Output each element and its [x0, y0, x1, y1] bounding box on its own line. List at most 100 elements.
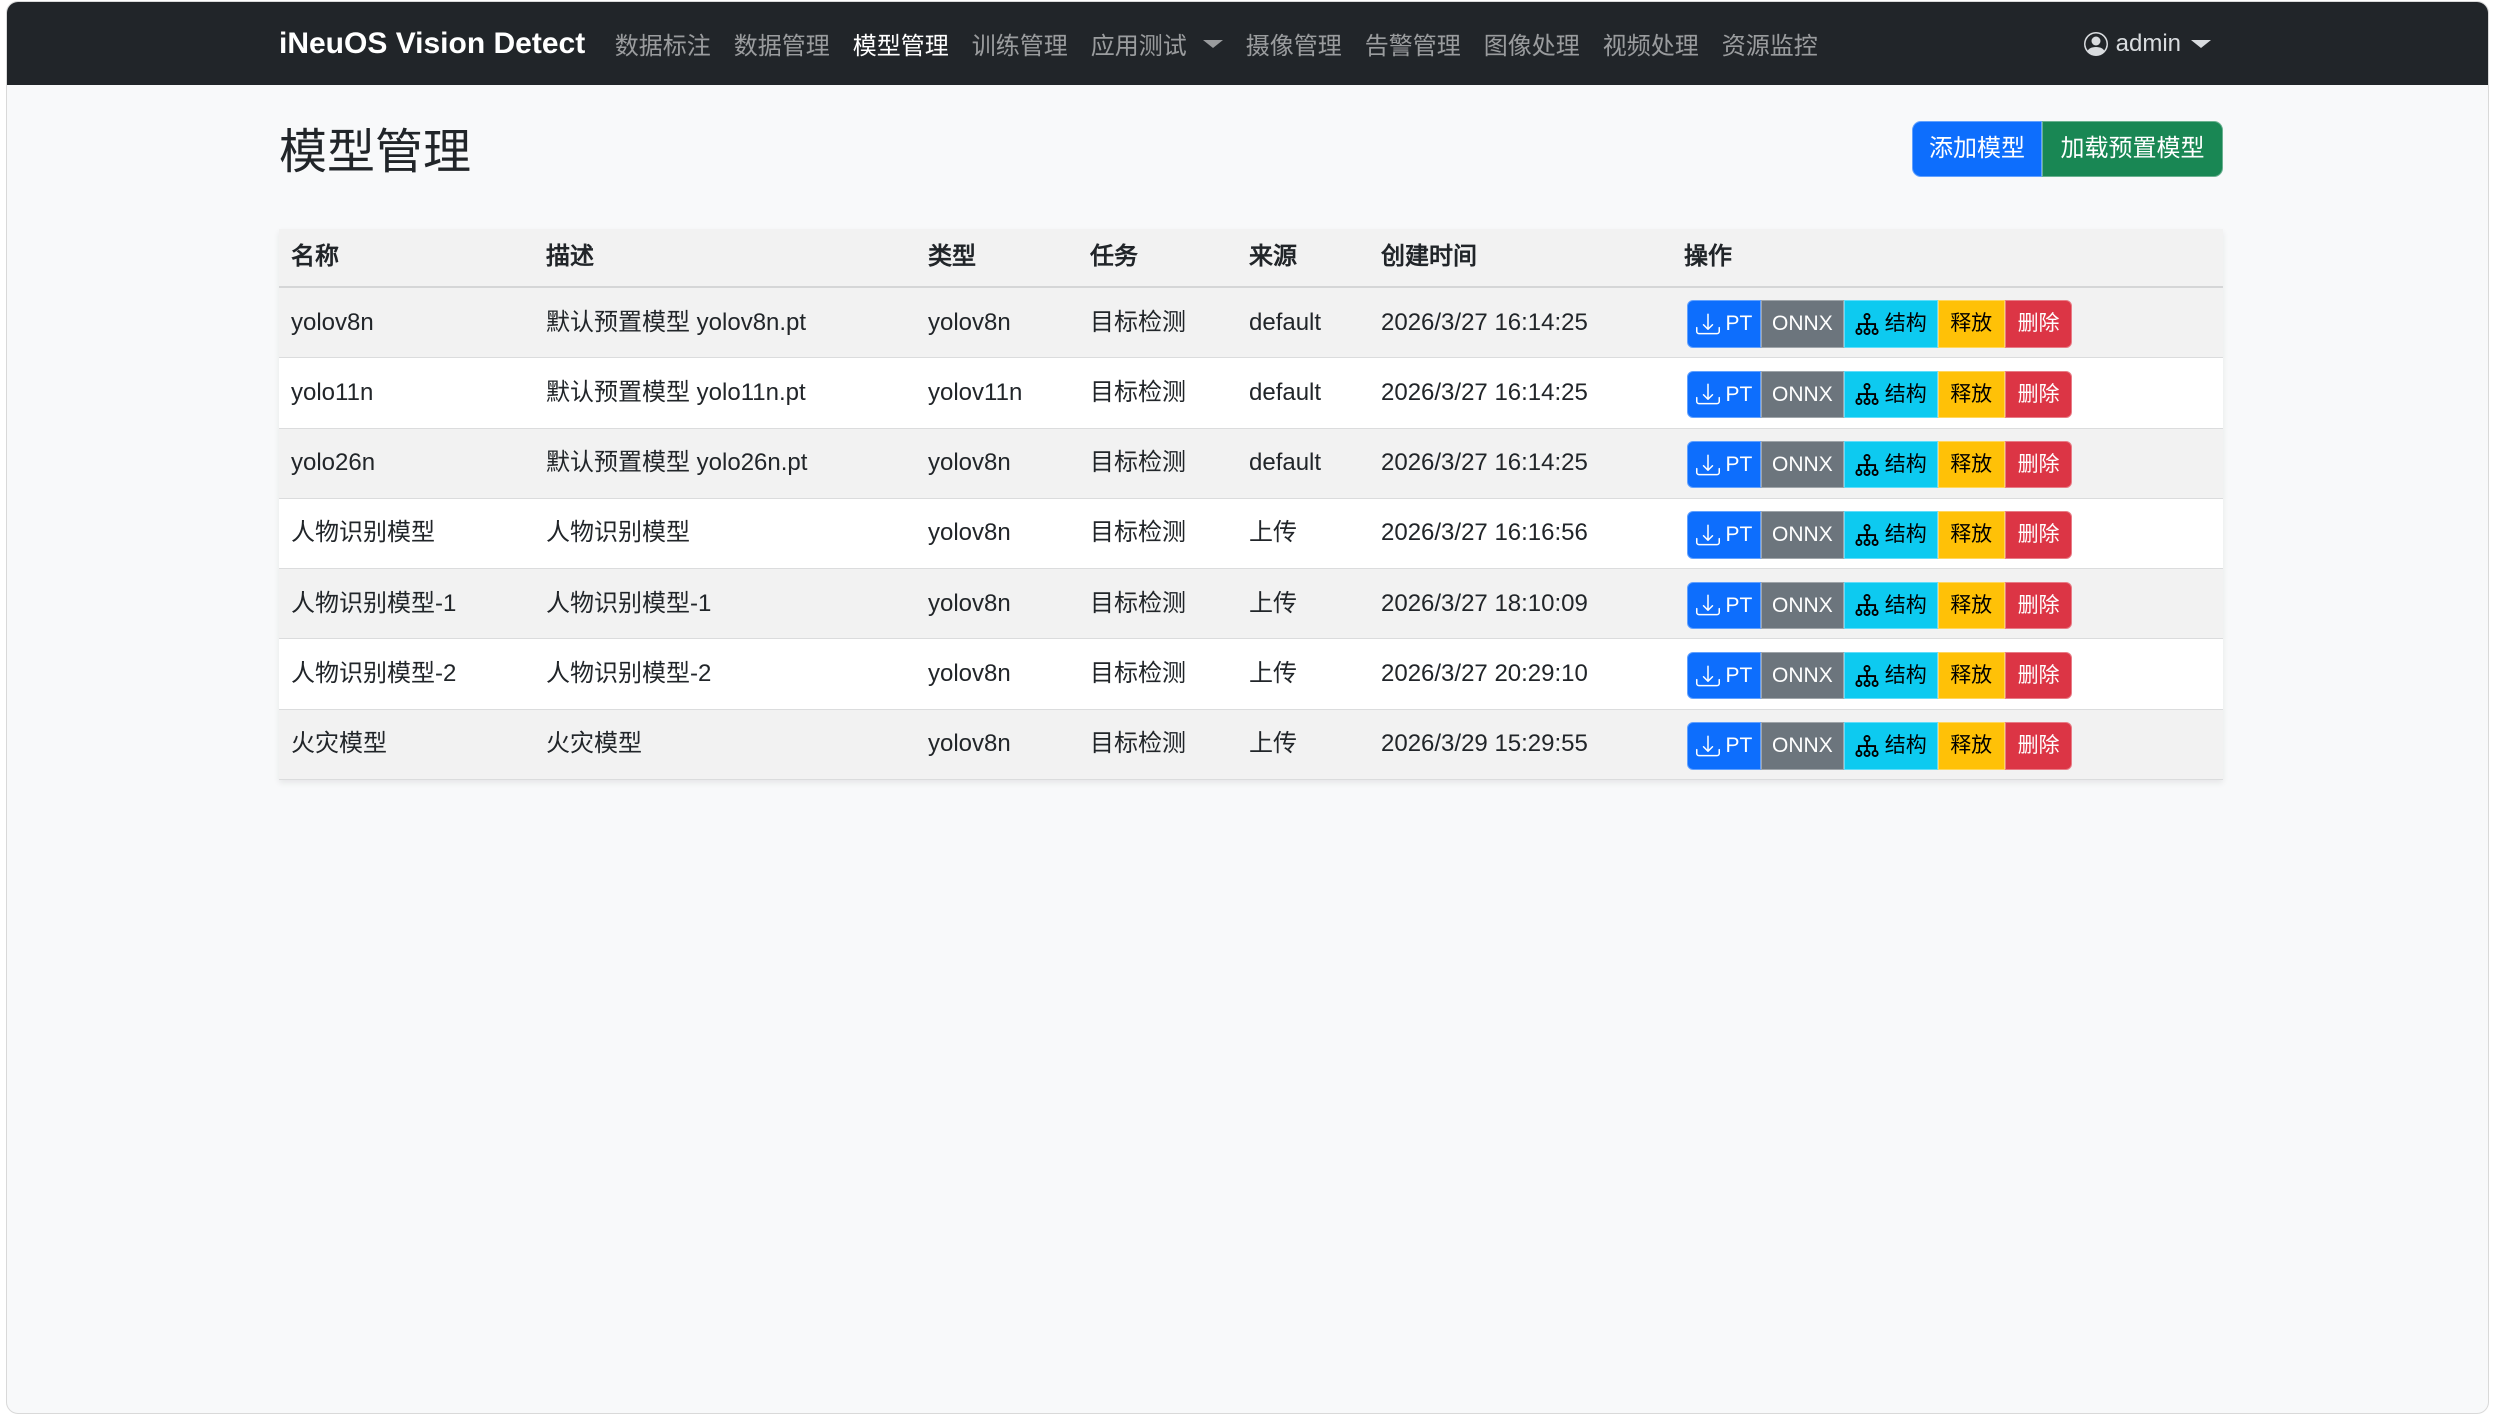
release-button[interactable]: 释放 — [1938, 582, 2005, 630]
cell-actions: PT ONNX 结构 释放 删除 — [1672, 358, 2223, 428]
release-button[interactable]: 释放 — [1938, 371, 2005, 419]
cell-task: 目标检测 — [1078, 287, 1237, 358]
column-header: 类型 — [916, 229, 1078, 287]
column-header: 创建时间 — [1369, 229, 1672, 287]
view-structure-button[interactable]: 结构 — [1844, 652, 1938, 700]
diagram-icon — [1855, 593, 1879, 617]
cell-created: 2026/3/27 16:14:25 — [1369, 428, 1672, 498]
export-onnx-button[interactable]: ONNX — [1761, 441, 1844, 489]
delete-button[interactable]: 删除 — [2005, 371, 2072, 419]
nav-item-9[interactable]: 视频处理 — [1591, 14, 1710, 73]
download-icon — [1696, 382, 1720, 406]
cell-description: 默认预置模型 yolo26n.pt — [534, 428, 916, 498]
view-structure-button[interactable]: 结构 — [1844, 582, 1938, 630]
cell-source: 上传 — [1237, 639, 1369, 709]
nav-item-1[interactable]: 数据标注 — [603, 14, 722, 73]
cell-description: 默认预置模型 yolo11n.pt — [534, 358, 916, 428]
view-structure-button[interactable]: 结构 — [1844, 511, 1938, 559]
download-pt-button[interactable]: PT — [1687, 511, 1761, 559]
download-icon — [1696, 593, 1720, 617]
export-onnx-button[interactable]: ONNX — [1761, 511, 1844, 559]
nav-item-10[interactable]: 资源监控 — [1710, 14, 1829, 73]
download-pt-button[interactable]: PT — [1687, 441, 1761, 489]
view-structure-button[interactable]: 结构 — [1844, 371, 1938, 419]
release-button[interactable]: 释放 — [1938, 300, 2005, 348]
export-onnx-button[interactable]: ONNX — [1761, 371, 1844, 419]
button-label: ONNX — [1772, 307, 1833, 341]
button-label: 结构 — [1885, 659, 1927, 693]
cell-type: yolov8n — [916, 709, 1078, 779]
cell-source: default — [1237, 287, 1369, 358]
button-label: 结构 — [1885, 729, 1927, 763]
diagram-icon — [1855, 734, 1879, 758]
row-actions: PT ONNX 结构 释放 删除 — [1687, 582, 2072, 630]
release-button[interactable]: 释放 — [1938, 511, 2005, 559]
delete-button[interactable]: 删除 — [2005, 300, 2072, 348]
button-label: 结构 — [1885, 518, 1927, 552]
add-model-button[interactable]: 添加模型 — [1912, 121, 2042, 177]
page-title: 模型管理 — [279, 124, 471, 182]
view-structure-button[interactable]: 结构 — [1844, 441, 1938, 489]
nav-item-6[interactable]: 摄像管理 — [1234, 14, 1353, 73]
brand[interactable]: iNeuOS Vision Detect — [279, 27, 585, 61]
table-row: 人物识别模型-2 人物识别模型-2 yolov8n 目标检测 上传 2026/3… — [279, 639, 2223, 709]
button-label: 结构 — [1885, 378, 1927, 412]
delete-button[interactable]: 删除 — [2005, 722, 2072, 770]
table-row: yolo11n 默认预置模型 yolo11n.pt yolov11n 目标检测 … — [279, 358, 2223, 428]
cell-created: 2026/3/27 18:10:09 — [1369, 569, 1672, 639]
cell-name: yolov8n — [279, 287, 534, 358]
person-circle-icon — [2084, 32, 2108, 56]
nav-item-8[interactable]: 图像处理 — [1472, 14, 1591, 73]
button-label: 释放 — [1950, 307, 1992, 341]
button-label: 删除 — [2018, 659, 2060, 693]
download-pt-button[interactable]: PT — [1687, 371, 1761, 419]
button-label: ONNX — [1772, 448, 1833, 482]
cell-type: yolov8n — [916, 639, 1078, 709]
button-label: 删除 — [2018, 589, 2060, 623]
cell-description: 人物识别模型 — [534, 498, 916, 568]
table-row: yolov8n 默认预置模型 yolov8n.pt yolov8n 目标检测 d… — [279, 287, 2223, 358]
user-menu[interactable]: admin — [2072, 18, 2223, 70]
nav-item-7[interactable]: 告警管理 — [1353, 14, 1472, 73]
column-header: 名称 — [279, 229, 534, 287]
top-navbar: iNeuOS Vision Detect 数据标注数据管理模型管理训练管理应用测… — [7, 2, 2488, 85]
download-pt-button[interactable]: PT — [1687, 300, 1761, 348]
button-label: 释放 — [1950, 378, 1992, 412]
nav-item-label: 图像处理 — [1484, 26, 1580, 61]
export-onnx-button[interactable]: ONNX — [1761, 300, 1844, 348]
table-row: yolo26n 默认预置模型 yolo26n.pt yolov8n 目标检测 d… — [279, 428, 2223, 498]
nav-item-label: 视频处理 — [1603, 26, 1699, 61]
export-onnx-button[interactable]: ONNX — [1761, 582, 1844, 630]
cell-type: yolov8n — [916, 428, 1078, 498]
table-row: 人物识别模型-1 人物识别模型-1 yolov8n 目标检测 上传 2026/3… — [279, 569, 2223, 639]
nav-item-3[interactable]: 模型管理 — [841, 14, 960, 73]
nav-item-2[interactable]: 数据管理 — [722, 14, 841, 73]
delete-button[interactable]: 删除 — [2005, 582, 2072, 630]
export-onnx-button[interactable]: ONNX — [1761, 652, 1844, 700]
download-pt-button[interactable]: PT — [1687, 582, 1761, 630]
load-preset-model-button[interactable]: 加载预置模型 — [2042, 121, 2223, 177]
download-pt-button[interactable]: PT — [1687, 652, 1761, 700]
release-button[interactable]: 释放 — [1938, 441, 2005, 489]
nav-item-5[interactable]: 应用测试 — [1079, 14, 1234, 73]
cell-description: 人物识别模型-2 — [534, 639, 916, 709]
view-structure-button[interactable]: 结构 — [1844, 300, 1938, 348]
nav-item-4[interactable]: 训练管理 — [960, 14, 1079, 73]
button-label: 释放 — [1950, 729, 1992, 763]
download-pt-button[interactable]: PT — [1687, 722, 1761, 770]
cell-created: 2026/3/27 16:14:25 — [1369, 358, 1672, 428]
row-actions: PT ONNX 结构 释放 删除 — [1687, 441, 2072, 489]
diagram-icon — [1855, 664, 1879, 688]
release-button[interactable]: 释放 — [1938, 652, 2005, 700]
export-onnx-button[interactable]: ONNX — [1761, 722, 1844, 770]
cell-actions: PT ONNX 结构 释放 删除 — [1672, 709, 2223, 779]
release-button[interactable]: 释放 — [1938, 722, 2005, 770]
delete-button[interactable]: 删除 — [2005, 441, 2072, 489]
cell-type: yolov8n — [916, 287, 1078, 358]
column-header: 描述 — [534, 229, 916, 287]
chevron-down-icon — [1203, 40, 1223, 48]
button-label: 释放 — [1950, 518, 1992, 552]
view-structure-button[interactable]: 结构 — [1844, 722, 1938, 770]
delete-button[interactable]: 删除 — [2005, 652, 2072, 700]
delete-button[interactable]: 删除 — [2005, 511, 2072, 559]
